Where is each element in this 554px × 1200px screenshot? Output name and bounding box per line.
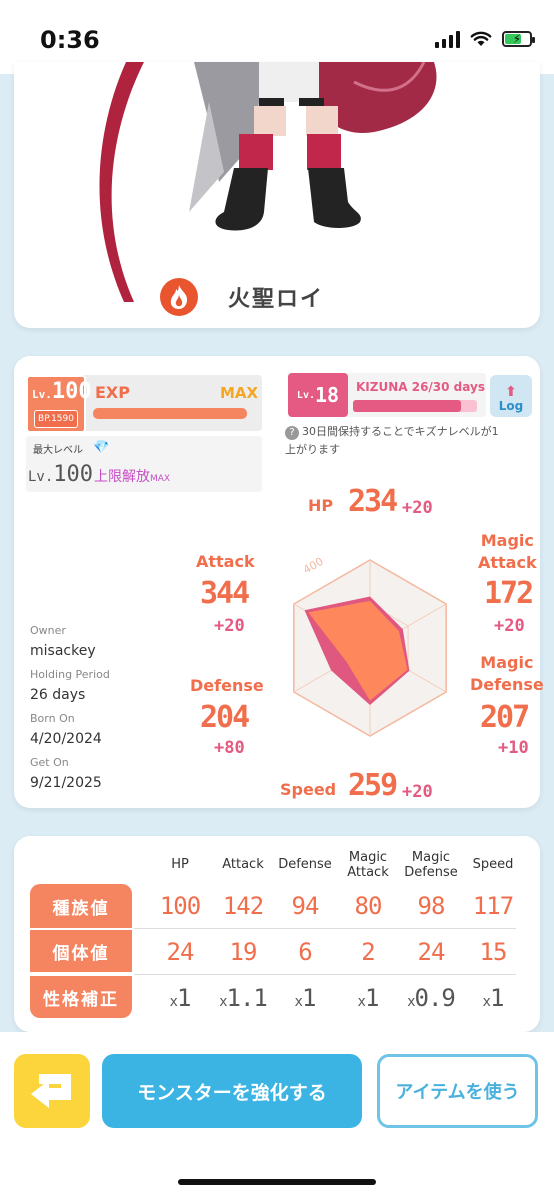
gem-icon: 💎 <box>93 440 110 455</box>
table-cell: 6 <box>298 938 312 966</box>
character-card: 火聖ロイ <box>14 62 540 328</box>
table-row-divider <box>134 928 516 929</box>
table-cell: 98 <box>417 892 446 920</box>
table-cell: 100 <box>159 892 201 920</box>
magic-defense-bonus: +10 <box>498 738 529 758</box>
back-arrow-icon <box>31 1074 71 1108</box>
table-cell: 24 <box>166 938 195 966</box>
log-button[interactable]: ⬆ Log <box>490 375 532 417</box>
fire-icon <box>160 278 198 316</box>
signal-icon <box>435 30 460 48</box>
magic-attack-value: 172 <box>484 576 534 611</box>
table-cell: 15 <box>479 938 508 966</box>
speed-label: Speed <box>280 780 337 799</box>
log-label: Log <box>498 399 524 413</box>
hp-value: 234 <box>348 484 398 519</box>
table-cell: 24 <box>417 938 446 966</box>
status-icons: ⚡ <box>435 30 535 48</box>
table-cell: x1 <box>294 984 317 1012</box>
table-header: Attack <box>222 857 264 872</box>
table-header: HP <box>171 857 189 872</box>
table-row-divider <box>134 974 516 975</box>
table-cell: 117 <box>472 892 514 920</box>
attack-value: 344 <box>200 576 250 611</box>
table-cell: x0.9 <box>407 984 456 1012</box>
exp-progress-bar <box>93 408 247 419</box>
table-row-label: 種族値 <box>30 884 132 928</box>
holding-period-info: Holding Period 26 days <box>30 668 110 703</box>
home-indicator <box>178 1179 376 1185</box>
kizuna-label: KIZUNA 26/30 days <box>356 380 485 394</box>
wifi-icon <box>470 31 492 46</box>
table-cell: x1 <box>357 984 380 1012</box>
table-cell: x1 <box>169 984 192 1012</box>
max-level-label: 最大レベル <box>33 445 83 456</box>
question-icon: ? <box>285 426 299 440</box>
kizuna-progress-bar <box>353 400 461 412</box>
hp-label: HP <box>308 496 334 515</box>
magic-defense-label: Magic Defense <box>470 653 544 694</box>
table-cell: 142 <box>222 892 264 920</box>
character-name: 火聖ロイ <box>228 287 325 312</box>
stat-radar-chart: 400 <box>293 555 447 737</box>
defense-value: 204 <box>200 700 250 735</box>
defense-label: Defense <box>190 676 264 695</box>
character-name-row: 火聖ロイ <box>160 278 324 316</box>
status-time: 0:36 <box>40 26 100 54</box>
table-cell: 2 <box>361 938 375 966</box>
kizuna-level-badge: Lv. 18 <box>288 373 348 417</box>
table-cell: 80 <box>354 892 383 920</box>
back-button[interactable] <box>14 1054 90 1128</box>
table-header: Speed <box>472 857 514 872</box>
enhance-monster-button[interactable]: モンスターを強化する <box>102 1054 362 1128</box>
kizuna-note: ? 30日間保持することでキズナレベルが1上がります <box>285 425 499 456</box>
magic-attack-bonus: +20 <box>494 616 525 636</box>
table-row-label: 個体値 <box>30 930 132 972</box>
log-icon: ⬆ <box>505 384 517 400</box>
get-on-info: Get On 9/21/2025 <box>30 756 102 791</box>
speed-bonus: +20 <box>402 782 433 802</box>
radar-max-label: 400 <box>301 555 326 577</box>
table-cell: 19 <box>229 938 258 966</box>
defense-bonus: +80 <box>214 738 245 758</box>
exp-status: MAX <box>220 384 259 402</box>
limit-break-text: 上限解放MAX <box>94 469 171 485</box>
character-illustration <box>99 62 437 302</box>
table-header: Magic Attack <box>347 850 389 880</box>
max-level-value: Lv.100 <box>28 462 94 487</box>
magic-defense-value: 207 <box>480 700 530 735</box>
table-cell: x1 <box>482 984 505 1012</box>
level-value: 100 <box>51 379 92 404</box>
table-cell: 94 <box>291 892 320 920</box>
attack-bonus: +20 <box>214 616 245 636</box>
table-row-label: 性格補正 <box>30 976 132 1018</box>
magic-attack-label: Magic Attack <box>478 531 537 572</box>
level-badge: Lv.100 BP.1590 <box>26 375 92 433</box>
table-cell: x1.1 <box>219 984 268 1012</box>
attack-label: Attack <box>196 552 255 571</box>
battery-icon: ⚡ <box>502 31 535 47</box>
table-header: Defense <box>278 857 332 872</box>
bp-value: BP.1590 <box>34 410 78 428</box>
speed-value: 259 <box>348 768 398 803</box>
born-on-info: Born On 4/20/2024 <box>30 712 102 747</box>
hp-bonus: +20 <box>402 498 433 518</box>
exp-label: EXP <box>95 383 130 402</box>
table-header: Magic Defense <box>404 850 458 880</box>
use-item-button[interactable]: アイテムを使う <box>377 1054 538 1128</box>
owner-info: Owner misackey <box>30 624 96 659</box>
